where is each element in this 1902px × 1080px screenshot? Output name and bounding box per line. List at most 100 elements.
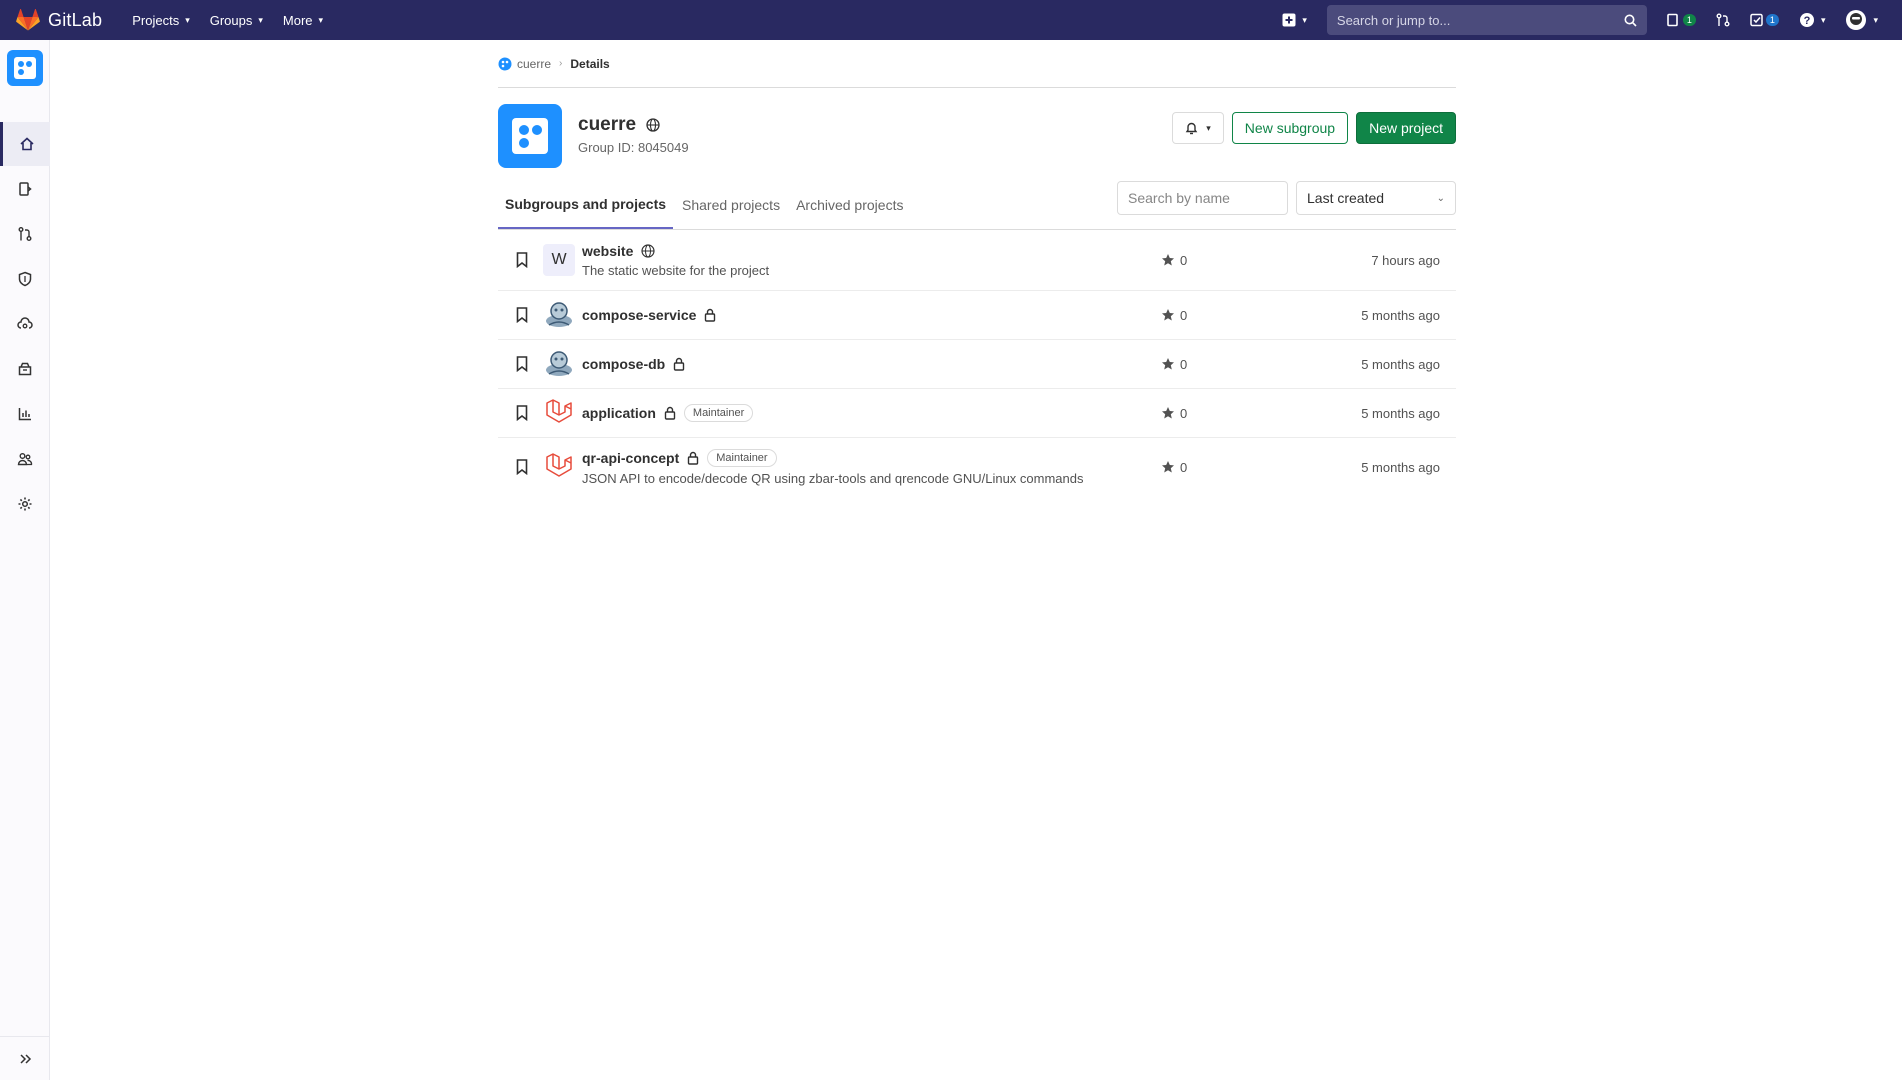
sidebar-item-deployments[interactable] xyxy=(0,302,50,346)
plus-square-icon xyxy=(1282,13,1296,27)
sort-value: Last created xyxy=(1307,190,1385,206)
group-avatar xyxy=(498,104,562,168)
groups-menu-label: Groups xyxy=(209,12,253,28)
project-stars: 0 xyxy=(1161,253,1187,268)
chevron-double-right-icon xyxy=(20,1053,32,1064)
global-search[interactable] xyxy=(1326,5,1647,35)
issues-shortcut[interactable]: 1 xyxy=(1657,0,1706,40)
global-search-input[interactable] xyxy=(1336,12,1624,28)
project-row-compose-service[interactable]: compose-service 0 5 months ago xyxy=(498,291,1456,340)
breadcrumb-group-link[interactable]: cuerre xyxy=(498,57,551,71)
sidebar-item-settings[interactable] xyxy=(0,482,50,526)
project-name[interactable]: application xyxy=(582,405,656,421)
tab-shared-projects[interactable]: Shared projects xyxy=(675,181,787,229)
sidebar-item-group-overview[interactable] xyxy=(0,122,50,166)
sidebar-item-members[interactable] xyxy=(0,437,50,481)
chevron-down-icon: ▾ xyxy=(1820,14,1826,25)
tab-archived-projects[interactable]: Archived projects xyxy=(789,181,910,229)
gitlab-wordmark: GitLab xyxy=(48,9,103,30)
gear-icon xyxy=(18,497,32,511)
notification-settings-button[interactable]: ▾ xyxy=(1172,112,1224,144)
bookmark-icon[interactable] xyxy=(516,307,528,323)
new-project-button[interactable]: New project xyxy=(1356,112,1456,144)
issues-count-badge: 1 xyxy=(1682,14,1696,26)
search-icon xyxy=(1624,14,1637,27)
filter-search-input[interactable] xyxy=(1117,181,1288,215)
project-name-line: compose-db xyxy=(582,356,685,372)
laravel-avatar-icon[interactable] xyxy=(543,451,575,483)
sidebar-item-packages[interactable] xyxy=(0,347,50,391)
star-count: 0 xyxy=(1180,307,1188,323)
todos-shortcut[interactable]: 1 xyxy=(1740,0,1789,40)
new-dropdown-button[interactable]: ▾ xyxy=(1272,0,1317,40)
project-name-line: qr-api-concept Maintainer xyxy=(582,448,1084,467)
project-updated: 5 months ago xyxy=(1361,356,1440,372)
todo-check-icon xyxy=(1750,13,1763,27)
group-actions: ▾ New subgroup New project xyxy=(1164,112,1456,144)
collapse-sidebar-button[interactable] xyxy=(0,1036,50,1080)
docker-compose-avatar-icon[interactable] xyxy=(543,299,575,331)
groups-menu[interactable]: Groups ▾ xyxy=(200,0,273,40)
chevron-down-icon: ▾ xyxy=(1873,14,1878,25)
project-row-qr-api-concept[interactable]: qr-api-concept Maintainer JSON API to en… xyxy=(498,438,1456,496)
breadcrumb: cuerre › Details xyxy=(498,40,1456,88)
gitlab-home-link[interactable]: GitLab xyxy=(16,9,102,31)
project-info: compose-db xyxy=(582,356,685,372)
project-name[interactable]: website xyxy=(582,243,633,259)
bookmark-icon[interactable] xyxy=(516,459,528,475)
projects-menu[interactable]: Projects ▾ xyxy=(122,0,200,40)
group-tabs: Subgroups and projects Shared projects A… xyxy=(498,170,1456,230)
help-dropdown[interactable]: ? ▾ xyxy=(1789,0,1836,40)
project-updated: 5 months ago xyxy=(1361,307,1440,323)
merge-requests-shortcut[interactable] xyxy=(1706,0,1740,40)
sidebar-item-merge-requests[interactable] xyxy=(0,212,50,256)
project-name[interactable]: compose-service xyxy=(582,307,696,323)
users-icon xyxy=(17,453,33,466)
project-description: JSON API to encode/decode QR using zbar-… xyxy=(582,470,1084,486)
sidebar-item-analytics[interactable] xyxy=(0,392,50,436)
lock-icon xyxy=(704,308,716,322)
sort-dropdown[interactable]: Last created ⌄ xyxy=(1296,181,1456,215)
breadcrumb-current[interactable]: Details xyxy=(570,57,609,71)
project-avatar[interactable]: W xyxy=(543,244,575,276)
docker-compose-avatar-icon[interactable] xyxy=(543,348,575,380)
group-name: cuerre xyxy=(578,114,637,135)
more-menu-label: More xyxy=(282,12,313,28)
sidebar-item-issues[interactable] xyxy=(0,167,50,211)
project-name[interactable]: qr-api-concept xyxy=(582,450,679,466)
project-name-line: website xyxy=(582,243,769,259)
role-badge: Maintainer xyxy=(707,448,777,467)
bookmark-icon[interactable] xyxy=(516,356,528,372)
chevron-down-icon: ⌄ xyxy=(1436,192,1445,204)
star-icon xyxy=(1162,407,1174,419)
bookmark-icon[interactable] xyxy=(516,405,528,421)
help-icon: ? xyxy=(1799,13,1814,27)
project-info: compose-service xyxy=(582,307,716,323)
lock-icon xyxy=(687,451,699,465)
package-icon xyxy=(18,362,32,376)
star-count: 0 xyxy=(1180,459,1188,475)
project-row-compose-db[interactable]: compose-db 0 5 months ago xyxy=(498,340,1456,389)
merge-request-icon xyxy=(1716,13,1730,27)
star-count: 0 xyxy=(1180,252,1188,268)
project-name[interactable]: compose-db xyxy=(582,356,665,372)
project-info: qr-api-concept Maintainer JSON API to en… xyxy=(582,448,1084,486)
new-subgroup-button[interactable]: New subgroup xyxy=(1231,112,1349,144)
bookmark-icon[interactable] xyxy=(516,252,528,268)
project-updated: 5 months ago xyxy=(1361,405,1440,421)
user-avatar-icon xyxy=(1846,10,1867,30)
group-avatar-small[interactable] xyxy=(7,50,43,86)
top-navbar: GitLab Projects ▾ Groups ▾ More ▾ ▾ Sear… xyxy=(0,0,1902,40)
group-meta: cuerre Group ID: 8045049 xyxy=(578,104,689,155)
project-row-website[interactable]: W website The static website for the pro… xyxy=(498,230,1456,291)
tab-subgroups-and-projects[interactable]: Subgroups and projects xyxy=(498,181,674,229)
more-menu[interactable]: More ▾ xyxy=(273,0,333,40)
laravel-avatar-icon[interactable] xyxy=(543,397,575,429)
sidebar-item-security[interactable] xyxy=(0,257,50,301)
project-stars: 0 xyxy=(1161,357,1187,372)
project-row-application[interactable]: application Maintainer 0 5 months ago xyxy=(498,389,1456,438)
group-logo-icon xyxy=(498,57,512,70)
user-menu[interactable]: ▾ xyxy=(1835,0,1888,40)
chevron-down-icon: ▾ xyxy=(1206,122,1211,133)
chart-icon xyxy=(18,408,31,421)
